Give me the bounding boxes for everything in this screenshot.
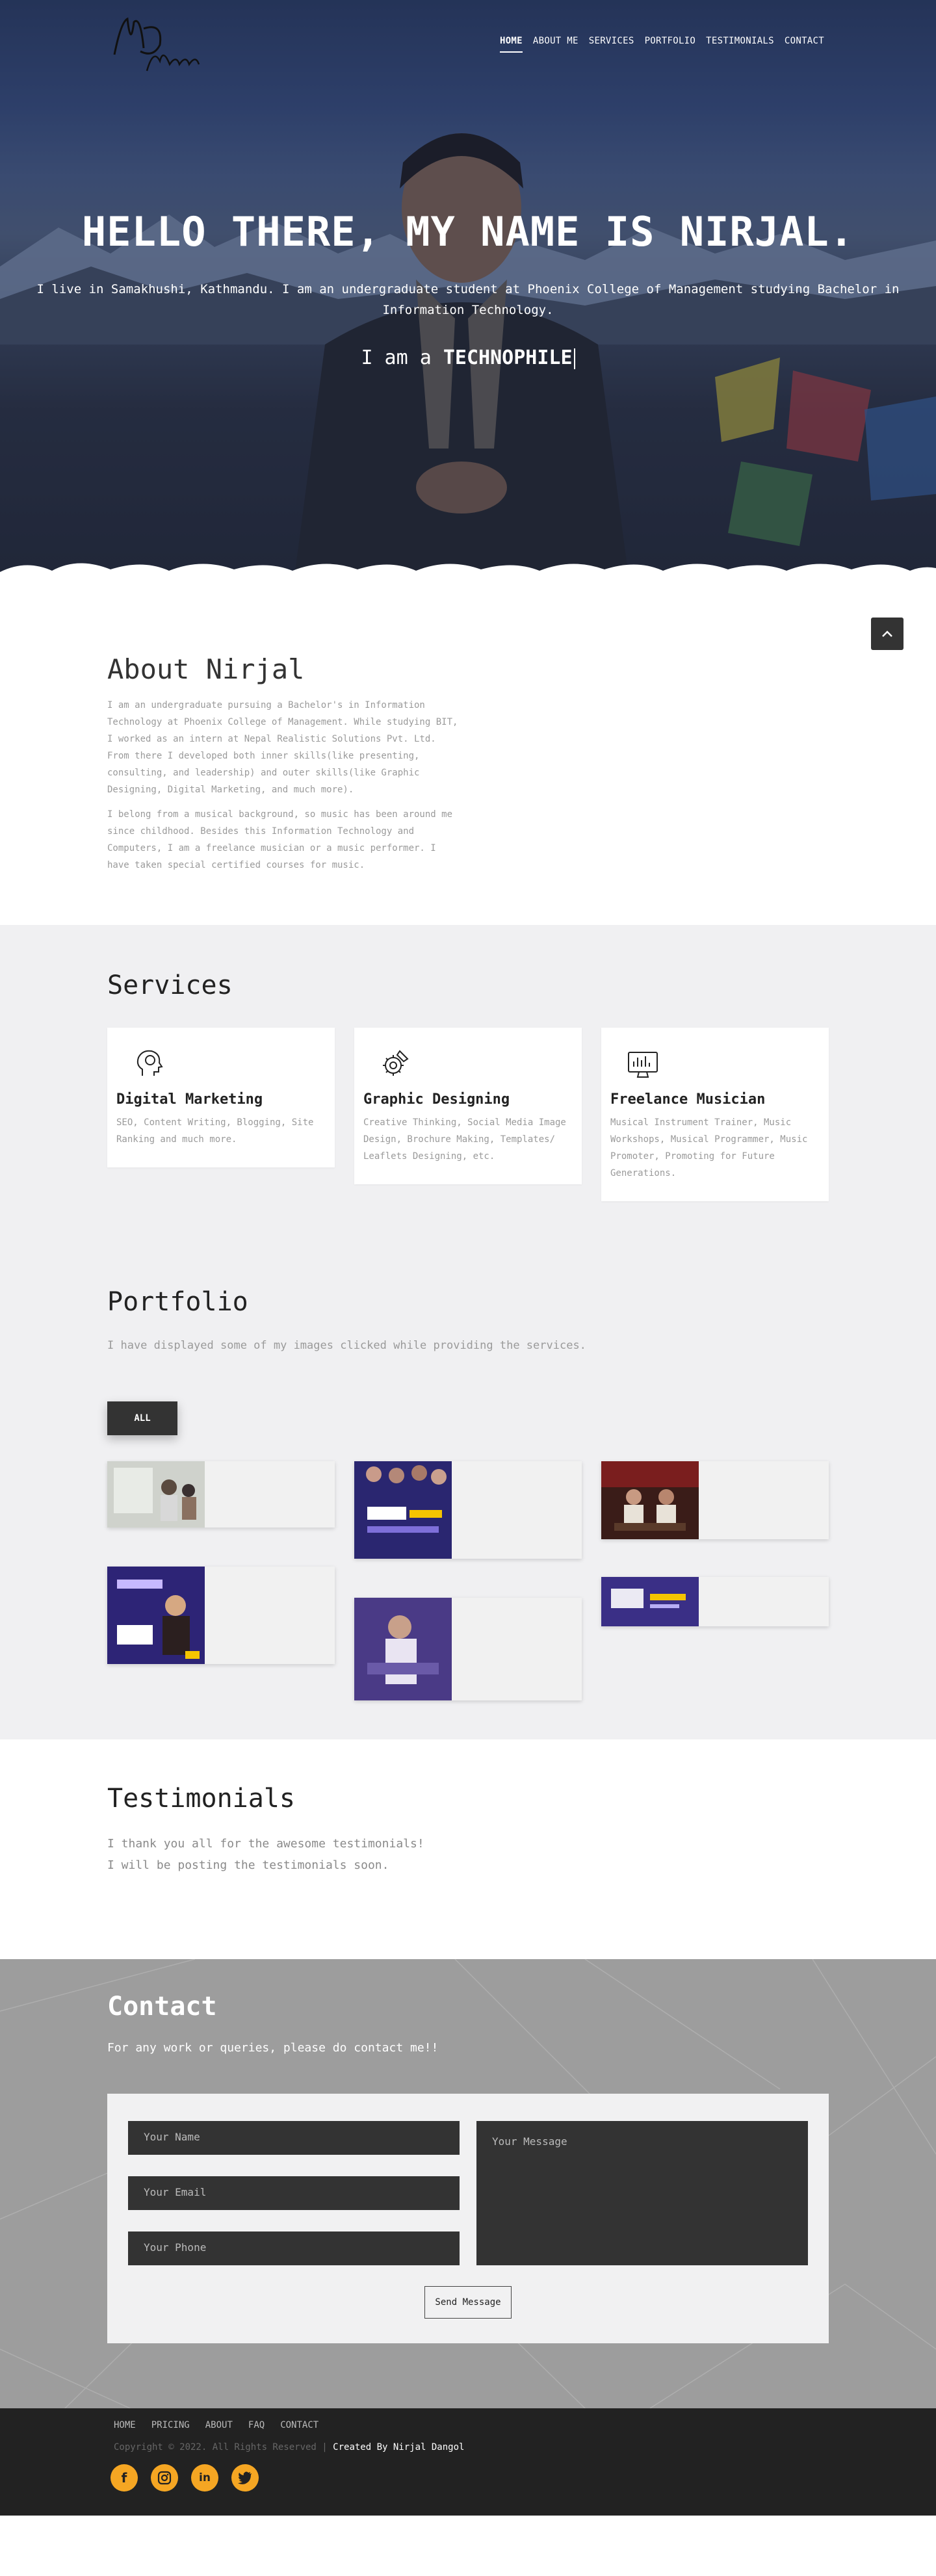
twitter-icon[interactable] [231,2464,259,2491]
design-gear-icon [383,1050,409,1076]
nav-contact[interactable]: CONTACT [785,36,824,53]
services-section: Services Digital Marketing SEO, Content … [0,925,936,1287]
credit-text: Created By Nirjal Dangol [333,2442,465,2452]
service-desc: Creative Thinking, Social Media Image De… [363,1117,566,1162]
marketing-icon [136,1050,163,1076]
nav-testimonials[interactable]: TESTIMONIALS [706,36,774,53]
service-title: Graphic Designing [363,1091,510,1108]
phone-field[interactable]: Your Phone [128,2231,460,2265]
service-card-graphic-designing: Graphic Designing Creative Thinking, Soc… [354,1028,582,1184]
contact-lead: For any work or queries, please do conta… [107,2041,439,2055]
portfolio-item[interactable] [107,1461,335,1528]
nd-music-logo[interactable] [108,9,205,72]
testimonials-title: Testimonials [107,1784,295,1814]
hero-title: HELLO THERE, MY NAME IS NIRJAL. [81,208,855,255]
main-menu: HOME ABOUT ME SERVICES PORTFOLIO TESTIMO… [499,36,824,53]
portfolio-subtitle: I have displayed some of my images click… [107,1339,586,1352]
testimonials-line-2: I will be posting the testimonials soon. [107,1858,389,1872]
copyright: Copyright © 2022. All Rights Reserved | … [114,2442,829,2452]
instagram-glyph [157,2471,172,2485]
contact-title: Contact [107,1992,217,2022]
typed-prefix: I am a [361,346,443,369]
footer-nav-faq[interactable]: FAQ [248,2420,265,2430]
typed-line: I am a TECHNOPHILE [0,346,936,369]
nav-about[interactable]: ABOUT ME [533,36,578,53]
testimonials-section: Testimonials I thank you all for the awe… [0,1739,936,1959]
typed-word: TECHNOPHILE [443,346,573,369]
portfolio-photo [107,1461,205,1528]
nav-home[interactable]: HOME [499,36,523,53]
footer: HOME PRICING ABOUT FAQ CONTACT Copyright… [0,2408,936,2516]
services-title: Services [107,970,233,1000]
facebook-icon[interactable]: f [110,2464,138,2491]
about-para-1: I am an undergraduate pursuing a Bachelo… [107,700,458,795]
filter-all-button[interactable]: ALL [107,1401,177,1435]
email-field[interactable]: Your Email [128,2176,460,2210]
service-desc: SEO, Content Writing, Blogging, Site Ran… [116,1117,314,1145]
send-message-button[interactable]: Send Message [424,2286,512,2319]
footer-nav-contact[interactable]: CONTACT [280,2420,318,2430]
cloud-divider [0,563,936,585]
footer-nav-about[interactable]: ABOUT [205,2420,233,2430]
nav-services[interactable]: SERVICES [589,36,634,53]
service-title: Digital Marketing [116,1091,263,1108]
portfolio-grid [107,1461,829,1721]
about-section: About Nirjal I am an undergraduate pursu… [0,585,936,925]
footer-nav: HOME PRICING ABOUT FAQ CONTACT [114,2420,829,2430]
portfolio-photo [107,1567,205,1664]
portfolio-photo [601,1461,699,1539]
portfolio-title: Portfolio [107,1287,248,1317]
instagram-icon[interactable] [151,2464,178,2491]
service-card-freelance-musician: Freelance Musician Musical Instrument Tr… [601,1028,829,1201]
about-para-2: I belong from a musical background, so m… [107,809,453,870]
monitor-icon [628,1052,658,1078]
portfolio-photo [354,1598,452,1700]
portfolio-item[interactable] [601,1461,829,1539]
copyright-text: Copyright © 2022. All Rights Reserved | [114,2442,333,2452]
testimonials-line-1: I thank you all for the awesome testimon… [107,1837,424,1851]
portfolio-item[interactable] [354,1461,582,1559]
top-nav: HOME ABOUT ME SERVICES PORTFOLIO TESTIMO… [0,0,936,78]
portfolio-item[interactable] [107,1567,335,1664]
about-title: About Nirjal [107,653,305,685]
name-field[interactable]: Your Name [128,2121,460,2155]
footer-nav-home[interactable]: HOME [114,2420,136,2430]
footer-nav-pricing[interactable]: PRICING [151,2420,190,2430]
back-to-top-button[interactable] [871,618,904,650]
contact-fields: Your Name Your Email Your Phone [128,2121,460,2287]
portfolio-photo [601,1577,699,1626]
typing-caret [573,348,575,369]
portfolio-photo [354,1461,452,1559]
contact-form: Your Name Your Email Your Phone Your Mes… [107,2094,829,2343]
service-title: Freelance Musician [610,1091,766,1108]
portfolio-section: Portfolio I have displayed some of my im… [0,1287,936,1739]
contact-section: Contact For any work or queries, please … [0,1959,936,2408]
chevron-up-icon [882,631,892,637]
portfolio-item[interactable] [601,1577,829,1626]
social-links: f in [110,2464,829,2491]
service-desc: Musical Instrument Trainer, Music Worksh… [610,1117,808,1178]
linkedin-icon[interactable]: in [191,2464,218,2491]
services-cards: Digital Marketing SEO, Content Writing, … [107,1028,829,1201]
message-field[interactable]: Your Message [476,2121,808,2265]
hero-text: HELLO THERE, MY NAME IS NIRJAL. I live i… [0,208,936,369]
twitter-glyph [238,2471,252,2484]
service-card-digital-marketing: Digital Marketing SEO, Content Writing, … [107,1028,335,1167]
hero-intro: I live in Samakhushi, Kathmandu. I am an… [36,282,900,317]
nav-portfolio[interactable]: PORTFOLIO [645,36,696,53]
portfolio-item[interactable] [354,1598,582,1700]
hero-section: HOME ABOUT ME SERVICES PORTFOLIO TESTIMO… [0,0,936,585]
